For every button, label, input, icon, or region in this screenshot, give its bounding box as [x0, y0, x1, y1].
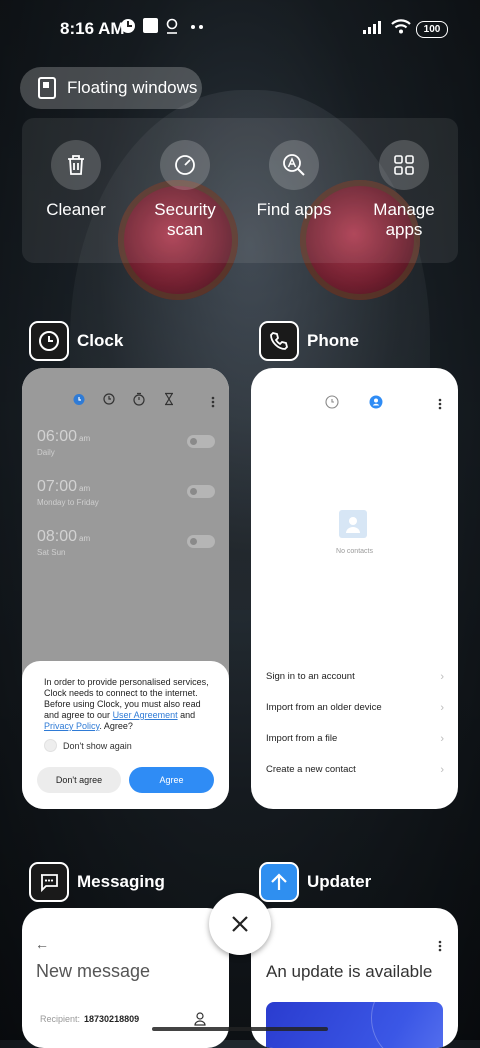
floating-windows-label: Floating windows	[67, 78, 198, 97]
empty-contacts-text: No contacts	[336, 548, 373, 555]
alarm-item[interactable]: 06:00 am Daily	[37, 428, 90, 457]
consent-text: In order to provide personalised service…	[44, 677, 209, 731]
import-from-file-item[interactable]: Import from a file ›	[266, 733, 444, 745]
clock-app-header[interactable]: Clock	[29, 321, 123, 361]
phone-app-name: Phone	[307, 331, 359, 350]
stopwatch-tab-icon[interactable]	[132, 392, 146, 406]
quick-actions-panel: Cleaner Security scan Find apps Manage a…	[22, 118, 458, 263]
updater-app-header[interactable]: Updater	[259, 862, 371, 902]
security-scan-icon	[175, 155, 195, 175]
security-scan-label: Security scan	[154, 200, 216, 239]
alarm-ampm: am	[79, 484, 91, 493]
signal-icon	[363, 21, 381, 34]
phone-tabs	[325, 395, 383, 409]
manage-apps-label: Manage apps	[373, 200, 435, 239]
dont-agree-button[interactable]: Don't agree	[37, 767, 121, 793]
gesture-home-bar[interactable]	[152, 1027, 328, 1031]
grid-icon	[394, 155, 414, 175]
status-time: 8:16 AM	[60, 19, 125, 38]
close-all-button[interactable]	[209, 893, 271, 955]
alarm-repeat: Daily	[37, 448, 55, 457]
user-agreement-link[interactable]: User Agreement	[113, 710, 178, 720]
world-clock-tab-icon[interactable]	[102, 392, 116, 406]
close-icon	[232, 916, 248, 932]
messaging-app-icon	[29, 862, 69, 902]
clock-app-card[interactable]: 06:00 am Daily 07:00 am Monday to Friday 0…	[22, 368, 229, 809]
recipient-field[interactable]: Recipient: 18730218809	[40, 1014, 139, 1024]
more-options-icon[interactable]	[438, 940, 442, 952]
chevron-right-icon: ›	[440, 733, 444, 745]
update-banner-image	[266, 1002, 443, 1048]
status-bar: 8:16 AM 100	[0, 0, 480, 56]
checkbox-icon	[44, 739, 57, 752]
consent-dialog: In order to provide personalised service…	[22, 661, 229, 809]
timer-tab-icon[interactable]	[162, 392, 176, 406]
alarm-ampm: am	[79, 534, 91, 543]
find-apps-button[interactable]: Find apps	[239, 140, 349, 220]
alarm-toggle[interactable]	[187, 435, 215, 448]
dont-show-again-checkbox[interactable]: Don't show again	[44, 739, 132, 752]
cleaner-label: Cleaner	[46, 200, 106, 219]
security-scan-button[interactable]: Security scan	[130, 140, 240, 240]
recents-tab-icon[interactable]	[325, 395, 339, 409]
trash-icon	[68, 155, 84, 175]
phone-handset-icon	[270, 332, 288, 350]
chevron-right-icon: ›	[440, 671, 444, 683]
chevron-right-icon: ›	[440, 702, 444, 714]
messaging-app-header[interactable]: Messaging	[29, 862, 165, 902]
phone-app-icon	[259, 321, 299, 361]
phone-app-card[interactable]: No contacts Sign in to an account › Impor…	[251, 368, 458, 809]
chevron-right-icon: ›	[440, 764, 444, 776]
more-options-icon[interactable]	[211, 396, 215, 408]
more-options-icon[interactable]	[438, 398, 442, 410]
app-notification-icon	[143, 18, 158, 33]
more-notifications-icon	[191, 25, 203, 29]
cleaner-button[interactable]: Cleaner	[21, 140, 131, 220]
empty-contacts-icon	[339, 510, 367, 538]
recipient-value: 18730218809	[84, 1014, 140, 1024]
arrow-up-icon	[271, 873, 287, 890]
update-available-title: An update is available	[266, 962, 433, 981]
import-older-device-item[interactable]: Import from an older device ›	[266, 702, 444, 714]
alarm-toggle[interactable]	[187, 485, 215, 498]
floating-window-icon	[38, 77, 56, 99]
find-apps-label: Find apps	[256, 200, 332, 219]
privacy-policy-link[interactable]: Privacy Policy	[44, 721, 99, 731]
floating-windows-button[interactable]: Floating windows	[20, 67, 202, 109]
alarm-item[interactable]: 08:00 am Sat Sun	[37, 528, 90, 557]
wifi-icon	[391, 19, 411, 34]
clock-icon	[39, 331, 59, 351]
create-contact-item[interactable]: Create a new contact ›	[266, 764, 444, 776]
alarm-toggle[interactable]	[187, 535, 215, 548]
alarm-time: 06:00	[37, 428, 78, 445]
battery-indicator: 100	[416, 21, 448, 38]
dont-show-again-label: Don't show again	[63, 740, 132, 751]
manage-apps-button[interactable]: Manage apps	[349, 140, 459, 240]
alarm-time: 08:00	[37, 528, 78, 545]
phone-app-header[interactable]: Phone	[259, 321, 359, 361]
alarm-repeat: Monday to Friday	[37, 498, 99, 507]
updater-app-icon	[259, 862, 299, 902]
agree-button[interactable]: Agree	[129, 767, 214, 793]
alarm-repeat: Sat Sun	[37, 548, 66, 557]
chat-bubble-icon	[41, 874, 58, 893]
alarm-item[interactable]: 07:00 am Monday to Friday	[37, 478, 99, 507]
add-contact-icon[interactable]	[194, 1012, 206, 1026]
clock-tabs	[72, 392, 176, 406]
new-message-title: New message	[36, 961, 151, 981]
alarm-time: 07:00	[37, 478, 78, 495]
alarm-tab-icon[interactable]	[72, 392, 86, 406]
sign-in-account-item[interactable]: Sign in to an account ›	[266, 671, 444, 683]
updater-app-name: Updater	[307, 872, 372, 891]
messaging-app-name: Messaging	[77, 872, 165, 891]
clock-app-name: Clock	[77, 331, 124, 350]
find-apps-icon	[283, 154, 305, 176]
contacts-tab-icon[interactable]	[369, 395, 383, 409]
alarm-ampm: am	[79, 434, 91, 443]
notification-icon	[121, 19, 135, 33]
location-pin-icon	[166, 18, 178, 34]
clock-app-icon	[29, 321, 69, 361]
back-arrow-icon[interactable]: ←	[35, 936, 49, 952]
